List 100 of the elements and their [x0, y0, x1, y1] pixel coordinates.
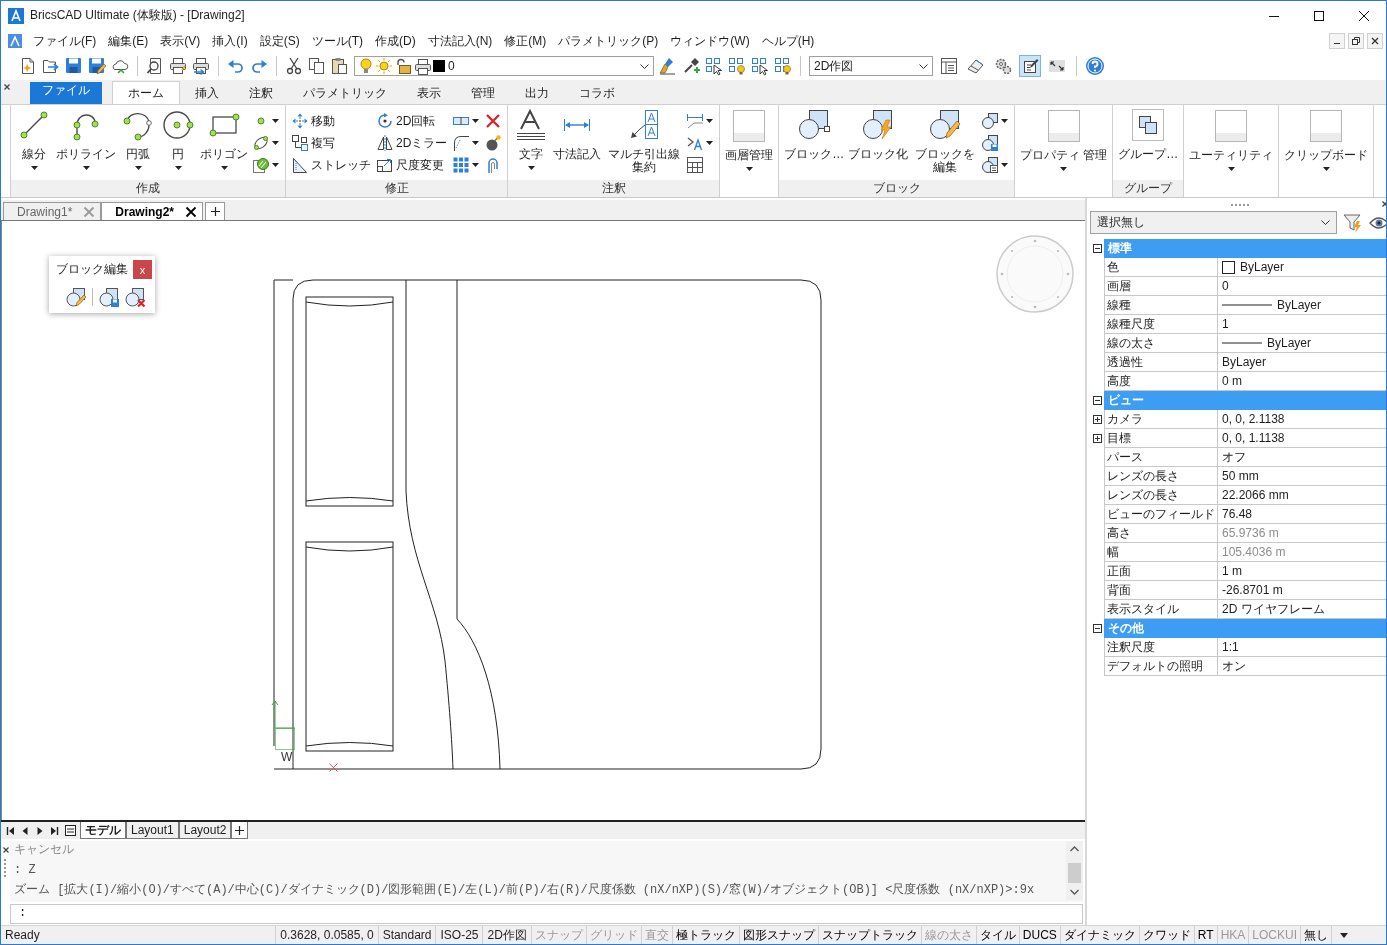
command-input[interactable]: :	[10, 904, 1083, 924]
ribbon-button[interactable]: 移動	[292, 113, 371, 129]
undo-icon[interactable]	[227, 57, 245, 75]
caret-icon[interactable]	[1000, 119, 1008, 123]
ribbon-button[interactable]: ブロック…	[782, 108, 847, 163]
ribbon-button[interactable]: 尺度変更	[377, 157, 448, 173]
menu-item[interactable]: ファイル(F)	[27, 32, 103, 50]
new-layout-button[interactable]	[231, 822, 249, 839]
ribbon-tab[interactable]: 管理	[456, 82, 510, 104]
cloud-icon[interactable]	[111, 57, 129, 75]
eyedropper-icon[interactable]	[682, 57, 700, 75]
caret-icon[interactable]	[472, 119, 480, 123]
layout-tab[interactable]: Layout2	[178, 822, 232, 839]
selection-dropdown[interactable]: 選択無し	[1090, 211, 1337, 234]
menu-item[interactable]: 作成(D)	[369, 32, 422, 50]
status-toggle[interactable]: スナップトラック	[817, 926, 921, 944]
ribbon-button[interactable]: 2D回転	[377, 113, 448, 129]
previous-page-icon[interactable]	[20, 825, 30, 836]
expand-icon[interactable]	[1092, 434, 1102, 443]
maximize-icon[interactable]	[1314, 10, 1324, 21]
status-field[interactable]: 2D作図	[482, 926, 531, 944]
status-toggle[interactable]: RT	[1193, 926, 1217, 944]
close-button[interactable]: x	[133, 260, 152, 279]
property-value[interactable]: 22.2066 mm	[1222, 488, 1289, 502]
menu-item[interactable]: ツール(T)	[305, 32, 369, 50]
collapse-icon[interactable]	[1092, 396, 1102, 405]
ribbon-button[interactable]: ストレッチ	[292, 157, 371, 173]
next-page-icon[interactable]	[35, 825, 45, 836]
ribbon-button[interactable]: 2Dミラー	[377, 135, 448, 151]
dimension-small-icon[interactable]	[687, 113, 704, 129]
layer-dropdown[interactable]: 0	[354, 56, 654, 76]
property-value[interactable]: -26.8701 m	[1222, 583, 1283, 597]
select-cursor-icon[interactable]	[751, 57, 769, 75]
document-tab[interactable]: Drawing2*	[101, 202, 204, 220]
paintbrush-icon[interactable]	[659, 57, 677, 75]
caret-icon[interactable]	[1000, 163, 1008, 167]
status-field[interactable]: Standard	[377, 926, 436, 944]
caret-icon[interactable]	[706, 141, 714, 145]
restore-icon[interactable]	[1348, 33, 1364, 49]
caret-icon[interactable]	[272, 141, 279, 145]
printer-arrow-icon[interactable]	[192, 57, 210, 75]
ribbon-button[interactable]: ユーティリティ	[1187, 109, 1276, 173]
fillet-icon[interactable]	[453, 135, 470, 151]
workspace-dropdown[interactable]: 2D作図	[809, 56, 933, 76]
property-value[interactable]: 50 mm	[1222, 469, 1259, 483]
menu-item[interactable]: 設定(S)	[253, 32, 306, 50]
ribbon-button[interactable]: 複写	[292, 135, 371, 151]
last-page-icon[interactable]	[50, 825, 60, 836]
status-toggle[interactable]: クワッド	[1138, 926, 1194, 944]
status-toggle[interactable]: 図形スナップ	[738, 926, 818, 944]
property-value[interactable]: 1 m	[1222, 564, 1242, 578]
caret-icon[interactable]	[706, 119, 714, 123]
menu-item[interactable]: パラメトリック(P)	[552, 32, 665, 50]
save-icon[interactable]	[65, 57, 83, 75]
ribbon-tab[interactable]: ファイル	[30, 82, 102, 104]
ellipse-icon[interactable]	[253, 135, 269, 151]
ribbon-button[interactable]: 線分	[14, 108, 54, 172]
ribbon-button[interactable]: マルチ引出線集約	[603, 108, 685, 176]
menu-item[interactable]: ヘルプ(H)	[755, 32, 821, 50]
block-list-icon[interactable]	[981, 157, 998, 173]
eye-icon[interactable]	[1369, 215, 1386, 230]
status-toggle[interactable]: タイル	[975, 926, 1019, 944]
property-value[interactable]: 1:1	[1222, 640, 1239, 654]
delete-icon[interactable]	[485, 113, 502, 129]
property-value[interactable]: ByLayer	[1240, 260, 1285, 274]
menu-item[interactable]: 修正(M)	[498, 32, 553, 50]
block-save-icon[interactable]	[981, 135, 998, 151]
copy-icon[interactable]	[308, 57, 326, 75]
select-bulb-icon[interactable]	[728, 57, 746, 75]
menu-item[interactable]: 表示(V)	[154, 32, 207, 50]
new-file-icon[interactable]	[19, 57, 37, 75]
ribbon-button[interactable]: 円	[158, 108, 198, 172]
status-toggle[interactable]: DUCS	[1018, 926, 1060, 944]
ribbon-button[interactable]: グループ…	[1116, 108, 1181, 163]
block-pencil-icon[interactable]	[66, 287, 86, 307]
property-value[interactable]: ByLayer	[1277, 298, 1322, 312]
clipboard-icon[interactable]	[331, 57, 349, 75]
property-value[interactable]: 2D ワイヤフレーム	[1222, 600, 1325, 618]
caret-icon[interactable]	[272, 119, 279, 123]
property-value[interactable]: 1	[1222, 317, 1229, 331]
menu-item[interactable]: ウィンドウ(W)	[664, 32, 756, 50]
status-field[interactable]: ISO-25	[435, 926, 483, 944]
ribbon-tab[interactable]: ホーム	[112, 81, 180, 104]
close-icon[interactable]	[186, 206, 197, 217]
print-preview-icon[interactable]	[146, 57, 164, 75]
property-value[interactable]: オン	[1222, 657, 1246, 675]
filter-icon[interactable]	[1343, 212, 1363, 233]
property-value[interactable]: 76.48	[1222, 507, 1253, 521]
close-icon[interactable]	[4, 84, 10, 90]
tab-list-icon[interactable]	[65, 825, 76, 836]
ribbon-button[interactable]: ポリライン	[54, 108, 118, 172]
block-save-icon[interactable]	[99, 287, 119, 307]
caret-icon[interactable]	[472, 141, 480, 145]
property-value[interactable]: 0, 0, 1.1138	[1222, 431, 1285, 445]
ribbon-button[interactable]: クリップボード	[1282, 109, 1371, 173]
layout-tab[interactable]: モデル	[80, 822, 126, 839]
ribbon-tab[interactable]: コラボ	[564, 82, 630, 104]
table-icon[interactable]	[687, 157, 704, 173]
plus-icon[interactable]	[210, 207, 220, 216]
property-value[interactable]: 0 m	[1222, 374, 1242, 388]
